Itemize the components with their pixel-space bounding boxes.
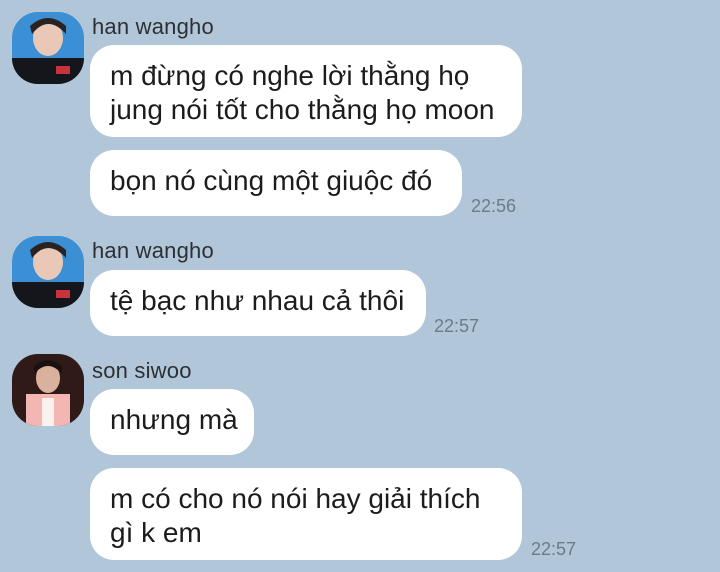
message-bubble[interactable]: nhưng mà [90, 389, 254, 455]
sender-avatar[interactable] [12, 12, 84, 84]
message-timestamp: 22:57 [531, 539, 577, 559]
message-timestamp: 22:56 [471, 196, 517, 216]
avatar-photo-icon [12, 12, 84, 84]
avatar-photo-icon [12, 236, 84, 308]
message-bubble[interactable]: m có cho nó nói hay giải thích gì k em [90, 468, 522, 560]
sender-name: han wangho [92, 238, 214, 263]
message-line: m có cho nó nói hay giải thích [110, 483, 481, 514]
sender-avatar[interactable] [12, 236, 84, 308]
message-line: bọn nó cùng một giuộc đó [110, 165, 433, 196]
message-line: jung nói tốt cho thằng họ moon [110, 94, 495, 125]
avatar-photo-icon [12, 354, 84, 426]
message-line: nhưng mà [110, 404, 238, 435]
message-bubble[interactable]: m đừng có nghe lời thằng họ jung nói tốt… [90, 45, 522, 137]
message-line: tệ bạc như nhau cả thôi [110, 285, 405, 316]
sender-name: son siwoo [92, 358, 192, 383]
message-timestamp: 22:57 [434, 316, 480, 336]
message-line: m đừng có nghe lời thằng họ [110, 60, 470, 91]
sender-avatar[interactable] [12, 354, 84, 426]
message-bubble[interactable]: bọn nó cùng một giuộc đó [90, 150, 462, 216]
message-bubble[interactable]: tệ bạc như nhau cả thôi [90, 270, 426, 336]
sender-name: han wangho [92, 14, 214, 39]
message-line: gì k em [110, 517, 202, 548]
